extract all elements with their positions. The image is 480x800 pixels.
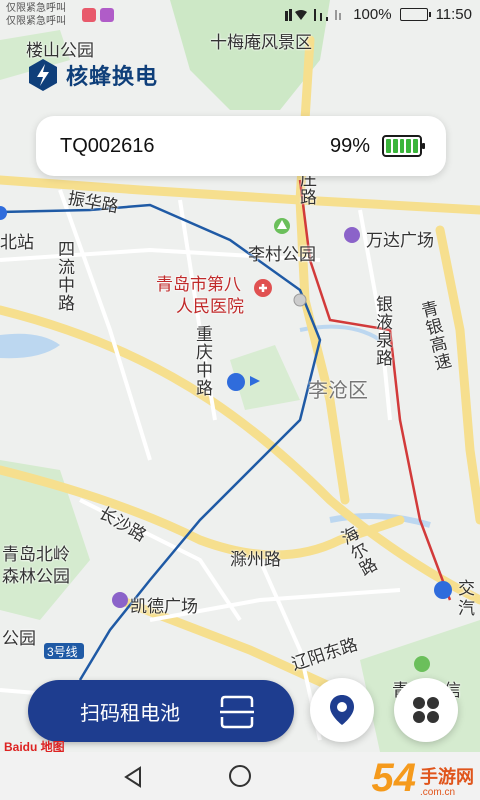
map-label-chuzhou: 滁州路 bbox=[230, 550, 281, 569]
map-label-yinye: 银液泉路 bbox=[373, 295, 392, 367]
back-icon[interactable] bbox=[122, 766, 144, 788]
map-label-kaide: 凯德广场 bbox=[130, 597, 198, 616]
app-notification-icon bbox=[82, 8, 96, 22]
site-watermark: 54 手游网 .com.cn bbox=[372, 758, 475, 798]
park-poi-icon-2 bbox=[414, 656, 430, 672]
map-label-qi: 汽 bbox=[458, 599, 475, 618]
map-label-licang: 李沧区 bbox=[308, 380, 368, 402]
gallery-notification-icon bbox=[100, 8, 114, 22]
watermark-name: 手游网 bbox=[420, 767, 474, 787]
device-battery-percent: 99% bbox=[329, 134, 370, 157]
lightning-hex-icon bbox=[29, 59, 57, 91]
map-label-sifang: 四流中路 bbox=[55, 240, 74, 312]
map-label-beizhan: 北站 bbox=[0, 233, 34, 252]
menu-grid-button[interactable] bbox=[394, 678, 458, 742]
map-label-park: 公园 bbox=[2, 629, 36, 648]
carrier-line-2: 仅限紧急呼叫 bbox=[6, 16, 66, 27]
map-label-licun: 李村公园 bbox=[248, 245, 316, 264]
device-id: TQ002616 bbox=[60, 134, 155, 157]
scan-rent-battery-button[interactable]: 扫码租电池 bbox=[28, 680, 294, 742]
map-label-beiling-2: 森林公园 bbox=[2, 567, 70, 586]
device-battery-icon bbox=[382, 135, 425, 157]
signal-wifi-icon bbox=[285, 8, 342, 21]
location-pin-icon bbox=[330, 695, 354, 725]
device-card[interactable]: TQ002616 99% bbox=[36, 116, 446, 176]
mall-poi-icon-2 bbox=[112, 592, 128, 608]
map-label-line3: 3号线 bbox=[47, 645, 78, 659]
clock-text: 11:50 bbox=[435, 6, 472, 23]
battery-percent-text: 100% bbox=[353, 6, 392, 23]
status-bar: 仅限紧急呼叫 仅限紧急呼叫 100% 11:50 bbox=[0, 0, 480, 32]
scan-icon bbox=[220, 695, 254, 729]
home-icon[interactable] bbox=[229, 765, 251, 787]
app-logo: 核蜂换电 bbox=[28, 58, 158, 92]
notification-icons bbox=[82, 8, 114, 22]
grid-menu-icon bbox=[413, 697, 439, 723]
carrier-info: 仅限紧急呼叫 仅限紧急呼叫 bbox=[6, 2, 66, 28]
locate-button[interactable] bbox=[310, 678, 374, 742]
app-name: 核蜂换电 bbox=[66, 64, 159, 89]
current-location-dot bbox=[227, 373, 245, 391]
carrier-line-1: 仅限紧急呼叫 bbox=[6, 3, 66, 14]
bus-poi-icon bbox=[434, 581, 452, 599]
status-right: 100% 11:50 bbox=[285, 6, 472, 23]
watermark-url: .com.cn bbox=[420, 787, 456, 798]
map-label-chongqing: 重庆中路 bbox=[193, 325, 212, 397]
battery-icon bbox=[399, 8, 431, 21]
watermark-number: 54 bbox=[371, 756, 417, 800]
scan-rent-label: 扫码租电池 bbox=[80, 702, 180, 725]
mall-poi-icon bbox=[344, 227, 360, 243]
map-label-hospital-2: 人民医院 bbox=[176, 297, 244, 316]
map-label-wanda: 万达广场 bbox=[366, 231, 434, 250]
